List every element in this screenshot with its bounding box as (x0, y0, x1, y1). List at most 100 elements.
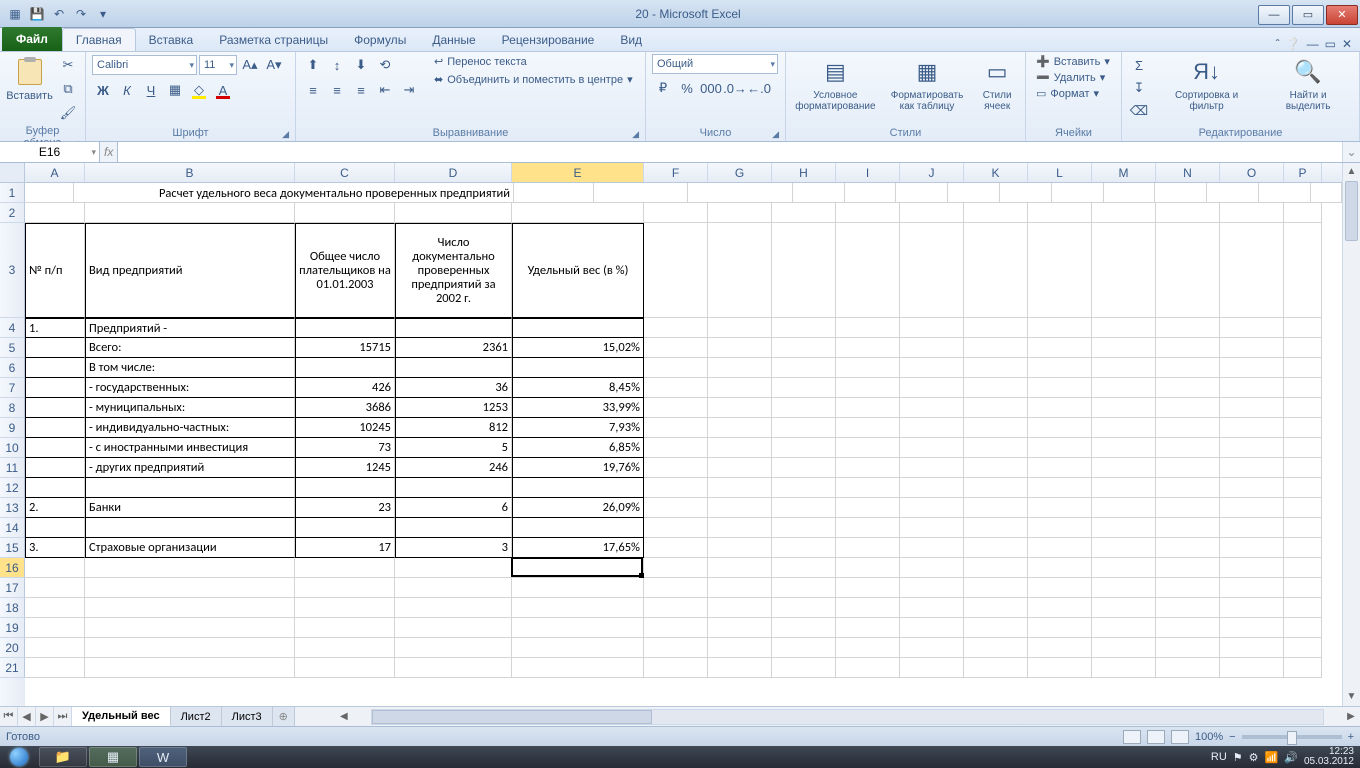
cell[interactable] (708, 638, 772, 658)
cell[interactable] (793, 183, 845, 203)
cell[interactable] (25, 518, 85, 538)
cell[interactable] (25, 578, 85, 598)
cell[interactable]: 33,99% (512, 398, 644, 418)
cell-styles-button[interactable]: ▭Стили ячеек (975, 54, 1019, 114)
cell[interactable] (1156, 638, 1220, 658)
cell[interactable] (1092, 458, 1156, 478)
cell[interactable]: 15,02% (512, 338, 644, 358)
cell[interactable] (1028, 598, 1092, 618)
align-right-icon[interactable]: ≡ (350, 79, 372, 101)
formula-input[interactable] (117, 142, 1342, 162)
cell[interactable] (1092, 358, 1156, 378)
cell[interactable] (644, 558, 708, 578)
cell[interactable] (1052, 183, 1104, 203)
column-header[interactable]: K (964, 163, 1028, 182)
cell[interactable]: 426 (295, 378, 395, 398)
select-all-button[interactable] (0, 163, 25, 183)
cell[interactable] (1220, 318, 1284, 338)
cell[interactable]: Страховые организации (85, 538, 295, 558)
cell[interactable] (512, 358, 644, 378)
word-taskbar-icon[interactable]: W (139, 747, 187, 767)
file-tab[interactable]: Файл (2, 27, 62, 51)
cell[interactable] (836, 223, 900, 318)
format-as-table-button[interactable]: ▦Форматировать как таблицу (883, 54, 972, 114)
percent-icon[interactable]: % (676, 77, 698, 99)
cell[interactable] (85, 578, 295, 598)
cell[interactable] (1156, 338, 1220, 358)
sheet-tab-3[interactable]: Лист3 (222, 707, 273, 726)
cell[interactable] (1092, 518, 1156, 538)
cell[interactable] (395, 638, 512, 658)
sort-filter-button[interactable]: Я↓Сортировка и фильтр (1154, 54, 1259, 114)
cell[interactable] (85, 618, 295, 638)
maximize-button[interactable]: ▭ (1292, 5, 1324, 25)
cell[interactable] (836, 638, 900, 658)
cell[interactable]: 3 (395, 538, 512, 558)
cell[interactable] (644, 458, 708, 478)
cell[interactable] (25, 658, 85, 678)
cell[interactable] (395, 203, 512, 223)
cell[interactable] (708, 458, 772, 478)
cell[interactable] (1028, 518, 1092, 538)
cell[interactable] (900, 658, 964, 678)
row-header[interactable]: 5 (0, 338, 25, 358)
cell[interactable] (772, 203, 836, 223)
close-button[interactable]: ✕ (1326, 5, 1358, 25)
cell[interactable] (644, 598, 708, 618)
decrease-indent-icon[interactable]: ⇤ (374, 79, 396, 101)
cell[interactable] (644, 358, 708, 378)
cell[interactable] (1156, 203, 1220, 223)
cell[interactable] (1155, 183, 1207, 203)
cell[interactable]: Предприятий - (85, 318, 295, 338)
cell[interactable] (1156, 378, 1220, 398)
explorer-taskbar-icon[interactable]: 📁 (39, 747, 87, 767)
start-button[interactable] (0, 746, 38, 768)
row-header[interactable]: 2 (0, 203, 25, 223)
cell[interactable] (395, 318, 512, 338)
italic-icon[interactable]: К (116, 79, 138, 101)
cell[interactable] (1220, 638, 1284, 658)
cell[interactable] (1220, 338, 1284, 358)
cell[interactable] (896, 183, 948, 203)
row-header[interactable]: 12 (0, 478, 25, 498)
row-header[interactable]: 9 (0, 418, 25, 438)
cell[interactable] (836, 338, 900, 358)
cell[interactable] (1028, 378, 1092, 398)
cell[interactable] (295, 558, 395, 578)
cell[interactable] (1284, 318, 1322, 338)
cell[interactable] (1092, 558, 1156, 578)
cell[interactable] (1092, 378, 1156, 398)
column-header[interactable]: O (1220, 163, 1284, 182)
cell[interactable]: 5 (395, 438, 512, 458)
column-header[interactable]: G (708, 163, 772, 182)
cell[interactable] (900, 498, 964, 518)
cell[interactable] (1284, 498, 1322, 518)
cell[interactable]: 17,65% (512, 538, 644, 558)
tab-page-layout[interactable]: Разметка страницы (206, 29, 341, 51)
cell[interactable] (1028, 203, 1092, 223)
cell[interactable] (295, 638, 395, 658)
cell[interactable] (1284, 578, 1322, 598)
cell[interactable] (512, 618, 644, 638)
cell[interactable] (1284, 518, 1322, 538)
cell[interactable] (836, 358, 900, 378)
cell[interactable] (25, 438, 85, 458)
row-header[interactable]: 8 (0, 398, 25, 418)
cell[interactable]: 1253 (395, 398, 512, 418)
row-header[interactable]: 14 (0, 518, 25, 538)
delete-cells-button[interactable]: ➖Удалить ▾ (1032, 70, 1109, 85)
cell[interactable]: 1245 (295, 458, 395, 478)
cell[interactable] (708, 518, 772, 538)
cell[interactable] (836, 438, 900, 458)
cell[interactable] (1220, 658, 1284, 678)
cell[interactable] (395, 478, 512, 498)
view-break-icon[interactable] (1171, 730, 1189, 744)
cell[interactable] (1028, 458, 1092, 478)
row-header[interactable]: 15 (0, 538, 25, 558)
cell[interactable] (708, 338, 772, 358)
cell[interactable] (772, 338, 836, 358)
cell[interactable] (708, 658, 772, 678)
cell[interactable] (1284, 338, 1322, 358)
font-name-combo[interactable]: Calibri (92, 55, 197, 75)
cell[interactable] (772, 223, 836, 318)
